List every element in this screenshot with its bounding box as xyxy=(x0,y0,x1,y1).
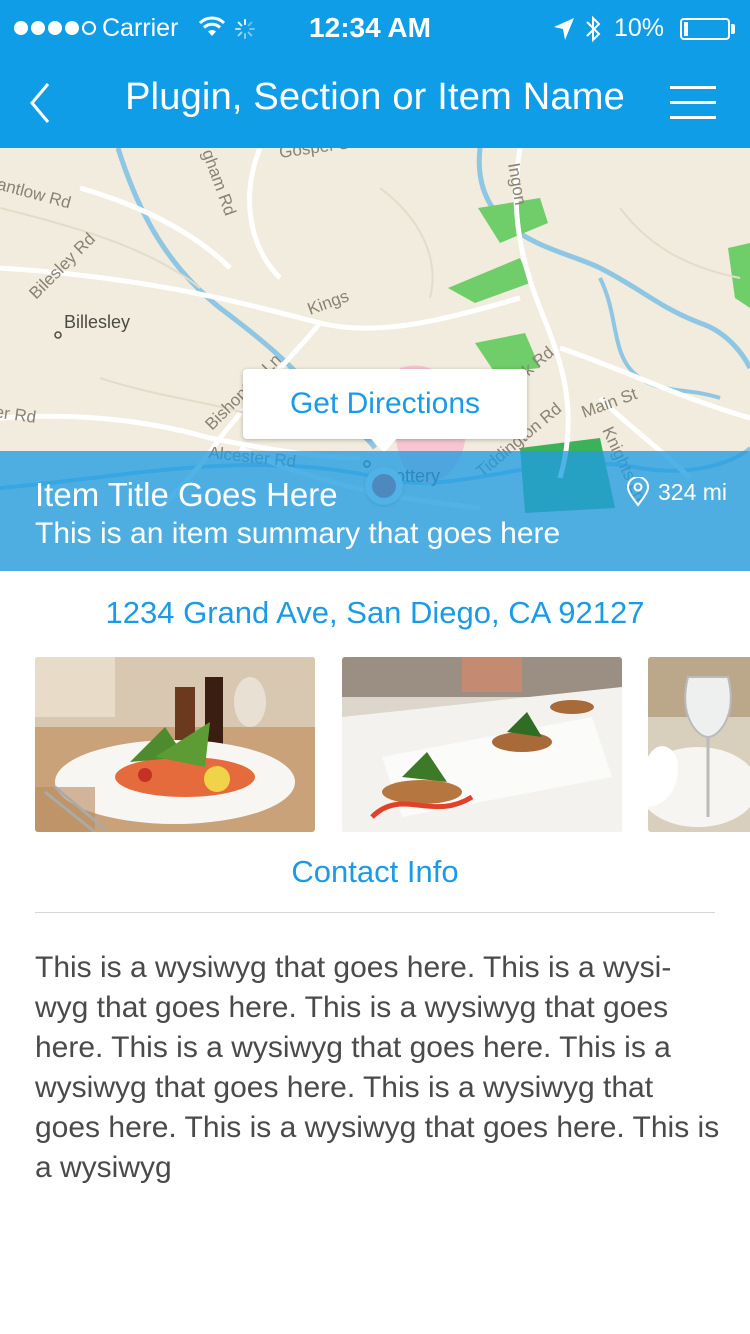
salmon-dish-photo[interactable] xyxy=(35,657,315,832)
svg-text:gham Rd: gham Rd xyxy=(198,148,239,218)
item-info-overlay: Item Title Goes Here This is an item sum… xyxy=(0,451,750,571)
distance-value: 324 mi xyxy=(658,478,728,505)
status-bar: Carrier 12:34 AM 10% xyxy=(0,0,750,58)
menu-button[interactable] xyxy=(670,86,718,120)
contact-info-link[interactable]: Contact Info xyxy=(0,854,750,890)
photo-carousel[interactable] xyxy=(35,657,750,832)
svg-text:er Rd: er Rd xyxy=(0,402,37,427)
battery-icon xyxy=(680,18,730,40)
map-pin-icon xyxy=(626,477,650,507)
svg-text:Billesley: Billesley xyxy=(64,312,130,332)
item-summary: This is an item summary that goes here xyxy=(35,517,561,550)
battery-percent: 10% xyxy=(614,14,665,42)
header-bar: Carrier 12:34 AM 10% Plugin, Section or … xyxy=(0,0,750,148)
page-title: Plugin, Section or Item Name xyxy=(125,76,625,118)
svg-text:Kings: Kings xyxy=(305,286,351,318)
back-button[interactable] xyxy=(24,80,64,126)
bluetooth-icon xyxy=(583,14,603,49)
battery-level xyxy=(684,22,688,36)
svg-text:antlow Rd: antlow Rd xyxy=(0,174,73,212)
get-directions-button[interactable]: Get Directions xyxy=(243,369,527,439)
location-arrow-icon xyxy=(552,16,576,47)
item-title: Item Title Goes Here xyxy=(35,476,338,513)
wine-glasses-photo[interactable] xyxy=(648,657,750,832)
svg-text:Gospel Oak Ln: Gospel Oak Ln xyxy=(278,148,393,162)
wysiwyg-body-text: This is a wysiwyg that goes here. This i… xyxy=(35,951,720,1184)
distance-badge: 324 mi xyxy=(626,477,727,507)
svg-text:Ingon: Ingon xyxy=(504,161,530,206)
svg-text:Bilesley Rd: Bilesley Rd xyxy=(25,229,99,303)
chevron-left-icon xyxy=(30,83,50,123)
address-link[interactable]: 1234 Grand Ave, San Diego, CA 92127 xyxy=(0,595,750,631)
divider xyxy=(35,912,715,913)
hamburger-menu-icon xyxy=(670,86,716,89)
plated-toasts-photo[interactable] xyxy=(342,657,622,832)
svg-text:Main St: Main St xyxy=(579,384,640,422)
